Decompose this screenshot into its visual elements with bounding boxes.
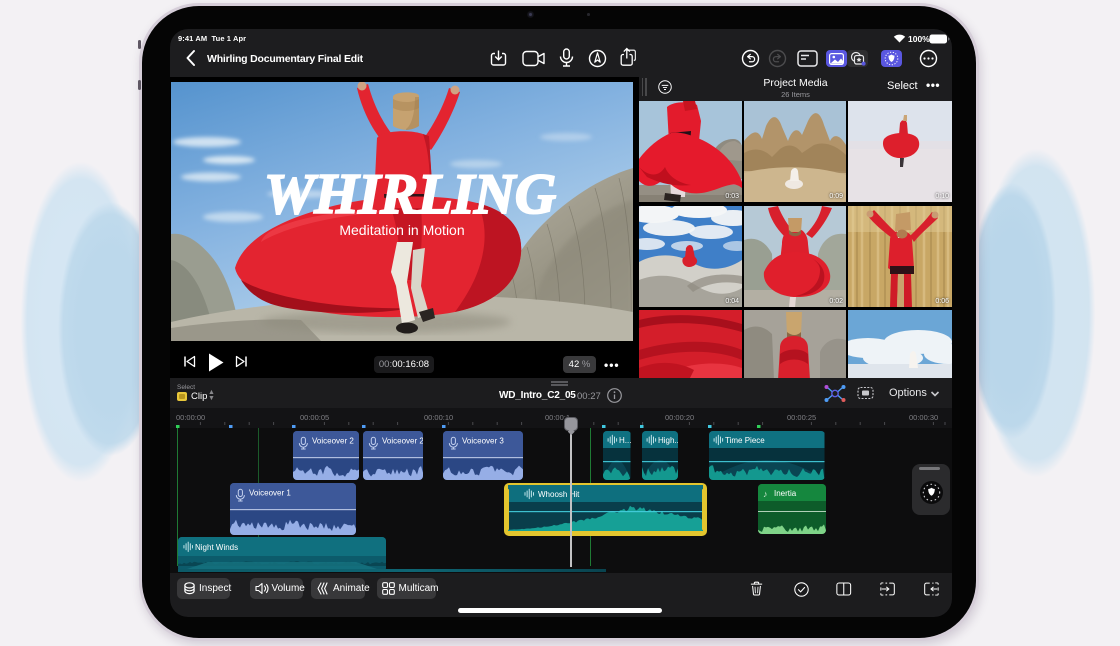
svg-text:Voiceover 3: Voiceover 3 (462, 437, 504, 446)
svg-text:Whoosh Hit: Whoosh Hit (538, 490, 580, 499)
svg-text:Voiceover 1: Voiceover 1 (249, 489, 291, 498)
svg-text:High...: High... (658, 436, 679, 445)
svg-text:H...: H... (619, 436, 631, 445)
svg-text:WHIRLING: WHIRLING (264, 163, 556, 226)
svg-text:Time Piece: Time Piece (725, 436, 765, 445)
svg-text:Meditation in Motion: Meditation in Motion (339, 222, 464, 238)
svg-text:Voiceover 2: Voiceover 2 (382, 437, 423, 446)
svg-text:Night Winds: Night Winds (195, 543, 238, 552)
svg-text:♪: ♪ (763, 489, 768, 499)
svg-text:Inertia: Inertia (774, 489, 797, 498)
svg-text:Voiceover 2: Voiceover 2 (312, 437, 354, 446)
